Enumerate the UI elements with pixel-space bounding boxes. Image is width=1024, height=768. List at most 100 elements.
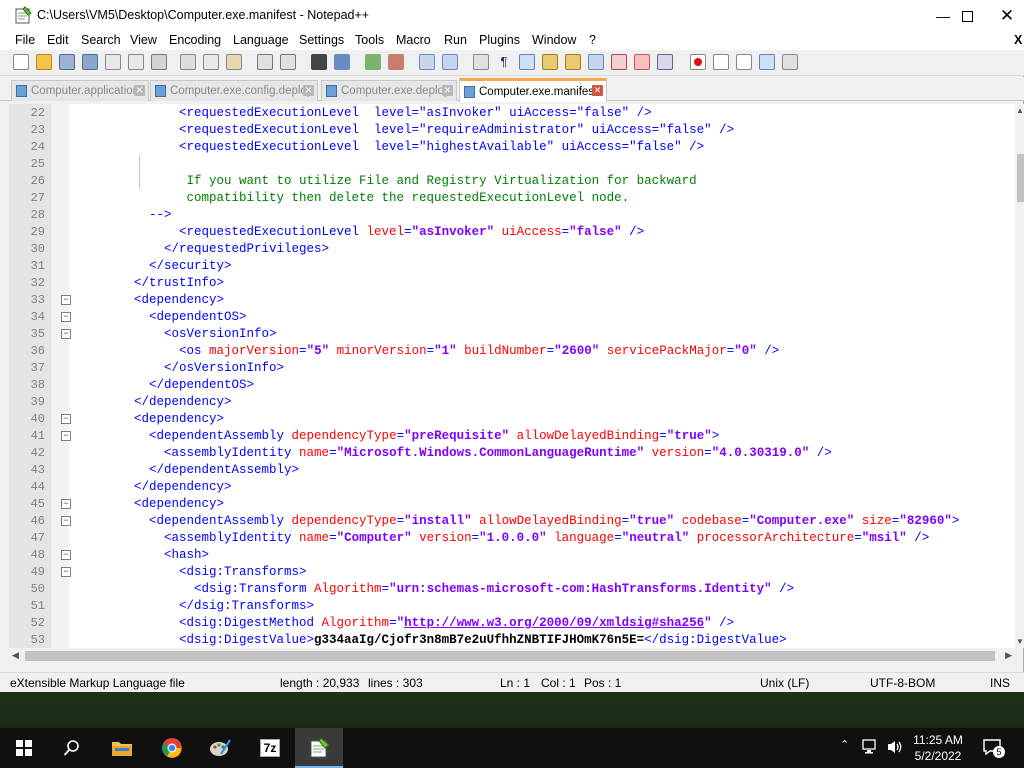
find-icon[interactable] — [311, 54, 327, 70]
system-clock[interactable]: 11:25 AM 5/2/2022 — [905, 732, 971, 764]
record-macro-icon[interactable] — [690, 54, 706, 70]
menu-file[interactable]: File — [15, 33, 35, 47]
scroll-left-icon[interactable]: ◀ — [12, 650, 19, 661]
tab-computer-exe-config-deploy[interactable]: Computer.exe.config.deploy ✕ — [150, 80, 318, 101]
code-line[interactable]: 44 </dependency> — [9, 479, 1015, 496]
vertical-scrollbar[interactable]: ▲ ▼ — [1015, 104, 1024, 648]
fold-toggle-icon[interactable]: − — [61, 414, 71, 424]
menu-help[interactable]: ? — [589, 33, 596, 47]
code-line[interactable]: 42 <assemblyIdentity name="Microsoft.Win… — [9, 445, 1015, 462]
code-line[interactable]: 26 If you want to utilize File and Regis… — [9, 173, 1015, 190]
vertical-scroll-thumb[interactable] — [1017, 154, 1024, 202]
run-macro-multiple-icon[interactable] — [759, 54, 775, 70]
code-line[interactable]: 32 </trustInfo> — [9, 275, 1015, 292]
code-line[interactable]: 41− <dependentAssembly dependencyType="p… — [9, 428, 1015, 445]
menu-encoding[interactable]: Encoding — [169, 33, 221, 47]
menu-tools[interactable]: Tools — [355, 33, 384, 47]
code-line[interactable]: 53 <dsig:DigestValue>g334aaIg/Cjofr3n8mB… — [9, 632, 1015, 648]
zoom-out-icon[interactable] — [388, 54, 404, 70]
fold-toggle-icon[interactable]: − — [61, 312, 71, 322]
fold-toggle-icon[interactable]: − — [61, 499, 71, 509]
print-icon[interactable] — [151, 54, 167, 70]
code-line[interactable]: 52 <dsig:DigestMethod Algorithm="http://… — [9, 615, 1015, 632]
code-line[interactable]: 24 <requestedExecutionLevel level="highe… — [9, 139, 1015, 156]
fold-toggle-icon[interactable]: − — [61, 567, 71, 577]
code-line[interactable]: 28 --> — [9, 207, 1015, 224]
scroll-right-icon[interactable]: ▶ — [1005, 650, 1012, 661]
network-icon[interactable] — [862, 739, 880, 755]
scroll-down-icon[interactable]: ▼ — [1016, 637, 1024, 646]
tab-close-icon[interactable]: ✕ — [592, 85, 603, 96]
sync-horizontal-icon[interactable] — [442, 54, 458, 70]
menu-search[interactable]: Search — [81, 33, 121, 47]
eye-icon[interactable] — [657, 54, 673, 70]
code-line[interactable]: 37 </osVersionInfo> — [9, 360, 1015, 377]
token-url[interactable]: http://www.w3.org/2000/09/xmldsig#sha256 — [404, 616, 704, 630]
code-line[interactable]: 43 </dependentAssembly> — [9, 462, 1015, 479]
sync-vertical-icon[interactable] — [419, 54, 435, 70]
tab-close-icon[interactable]: ✕ — [134, 85, 145, 96]
zoom-in-icon[interactable] — [365, 54, 381, 70]
fold-toggle-icon[interactable]: − — [61, 295, 71, 305]
code-line[interactable]: 47 <assemblyIdentity name="Computer" ver… — [9, 530, 1015, 547]
fold-toggle-icon[interactable]: − — [61, 329, 71, 339]
code-line[interactable]: 34 − <dependentOS> — [9, 309, 1015, 326]
save-macro-icon[interactable] — [782, 54, 798, 70]
udl-icon[interactable] — [542, 54, 558, 70]
notepadpp-taskbar-button[interactable] — [295, 728, 343, 768]
chrome-button[interactable] — [148, 728, 196, 768]
menu-macro[interactable]: Macro — [396, 33, 431, 47]
menu-plugins[interactable]: Plugins — [479, 33, 520, 47]
show-all-chars-icon[interactable]: ¶ — [496, 54, 512, 70]
indent-guide-icon[interactable] — [519, 54, 535, 70]
tab-computer-exe-deploy[interactable]: Computer.exe.deploy ✕ — [321, 80, 457, 101]
horizontal-scrollbar[interactable]: ◀ ▶ — [9, 648, 1015, 664]
file-explorer-button[interactable] — [98, 728, 146, 768]
code-line[interactable]: 30 </requestedPrivileges> — [9, 241, 1015, 258]
maximize-button[interactable] — [944, 0, 990, 32]
copy-icon[interactable] — [203, 54, 219, 70]
status-encoding[interactable]: UTF-8-BOM — [870, 676, 935, 690]
code-line[interactable]: 46 − <dependentAssembly dependencyType="i… — [9, 513, 1015, 530]
redo-icon[interactable] — [280, 54, 296, 70]
save-icon[interactable] — [59, 54, 75, 70]
undo-icon[interactable] — [257, 54, 273, 70]
tab-close-icon[interactable]: ✕ — [442, 85, 453, 96]
code-line[interactable]: 51 </dsig:Transforms> — [9, 598, 1015, 615]
monitoring-icon[interactable] — [634, 54, 650, 70]
menu-window[interactable]: Window — [532, 33, 576, 47]
code-line[interactable]: 49 − <dsig:Transforms> — [9, 564, 1015, 581]
menu-run[interactable]: Run — [444, 33, 467, 47]
title-bar[interactable]: C:\Users\VM5\Desktop\Computer.exe.manife… — [0, 0, 1024, 32]
function-list-icon[interactable] — [588, 54, 604, 70]
menu-edit[interactable]: Edit — [47, 33, 69, 47]
scroll-up-icon[interactable]: ▲ — [1016, 106, 1024, 115]
folder-as-workspace-icon[interactable] — [611, 54, 627, 70]
fold-toggle-icon[interactable]: − — [61, 516, 71, 526]
paste-icon[interactable] — [226, 54, 242, 70]
fold-toggle-icon[interactable]: − — [61, 431, 71, 441]
code-line[interactable]: 50 <dsig:Transform Algorithm="urn:schema… — [9, 581, 1015, 598]
play-macro-icon[interactable] — [736, 54, 752, 70]
replace-icon[interactable] — [334, 54, 350, 70]
menu-language[interactable]: Language — [233, 33, 289, 47]
close-document-x[interactable]: X — [1014, 33, 1022, 47]
code-editor[interactable]: 22 <requestedExecutionLevel level="asInv… — [9, 104, 1015, 648]
code-line[interactable]: 25 — [9, 156, 1015, 173]
code-line[interactable]: 23 <requestedExecutionLevel level="requi… — [9, 122, 1015, 139]
doc-map-icon[interactable] — [565, 54, 581, 70]
notifications-button[interactable]: 5 — [982, 736, 1006, 760]
word-wrap-icon[interactable] — [473, 54, 489, 70]
tab-computer-application[interactable]: Computer.application ✕ — [11, 80, 149, 101]
code-line[interactable]: 33 − <dependency> — [9, 292, 1015, 309]
cut-icon[interactable] — [180, 54, 196, 70]
new-file-icon[interactable] — [13, 54, 29, 70]
code-line[interactable]: 22 <requestedExecutionLevel level="asInv… — [9, 105, 1015, 122]
show-hidden-icons-icon[interactable]: ⌃ — [840, 738, 849, 751]
close-all-icon[interactable] — [128, 54, 144, 70]
7zip-button[interactable]: 7z — [246, 728, 294, 768]
save-all-icon[interactable] — [82, 54, 98, 70]
tab-close-icon[interactable]: ✕ — [303, 85, 314, 96]
stop-macro-icon[interactable] — [713, 54, 729, 70]
code-line[interactable]: 45 − <dependency> — [9, 496, 1015, 513]
